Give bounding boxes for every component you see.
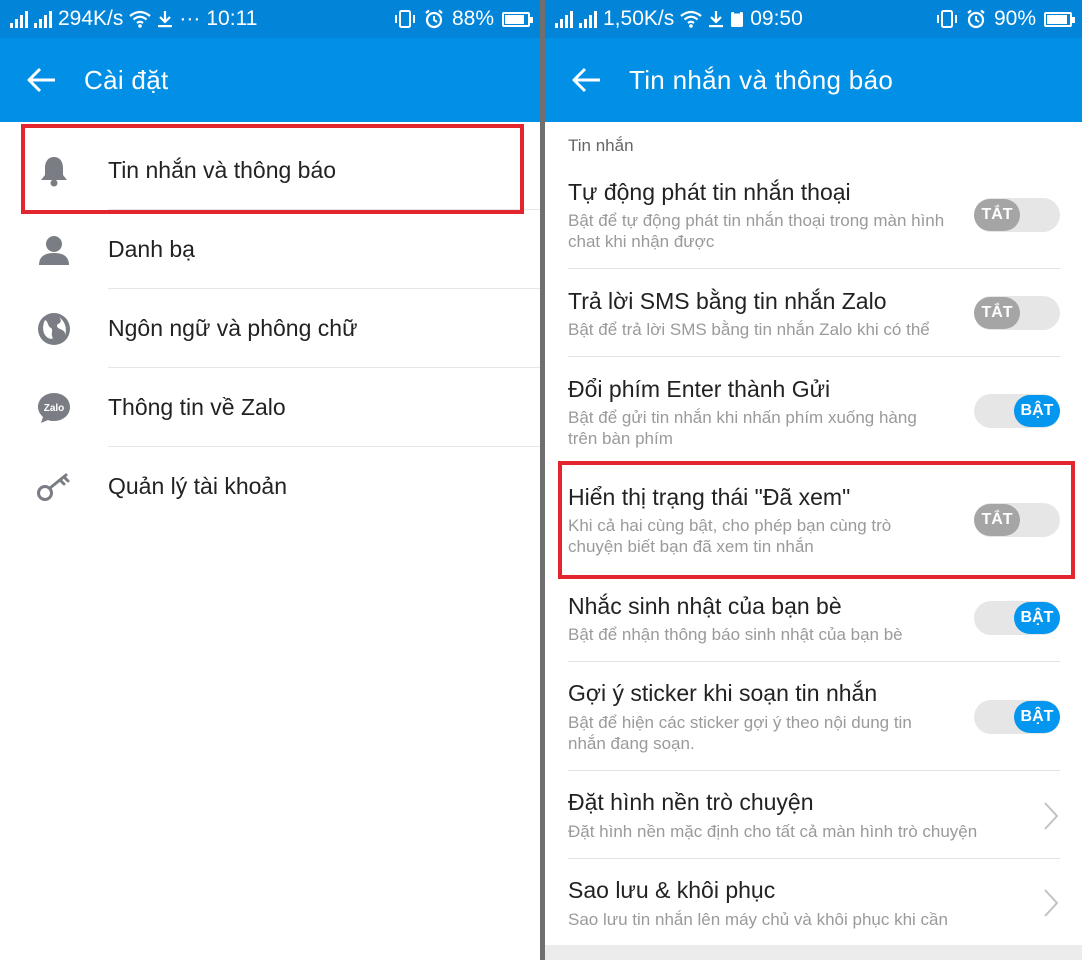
bottom-strip xyxy=(545,945,1082,960)
toggle-switch[interactable]: TẮT xyxy=(974,503,1060,537)
back-button[interactable] xyxy=(545,38,629,122)
alarm-icon xyxy=(967,9,985,29)
setting-description: Bật để gửi tin nhắn khi nhấn phím xuống … xyxy=(568,408,917,448)
clock-time: 10:11 xyxy=(206,7,258,30)
wifi-icon xyxy=(129,10,152,28)
settings-item-about-zalo[interactable]: Zalo Thông tin về Zalo xyxy=(0,368,540,447)
chevron-right-icon xyxy=(1044,889,1059,917)
setting-auto-play-voice[interactable]: Tự động phát tin nhắn thoại Bật để tự độ… xyxy=(545,170,1082,269)
network-speed: 294K/s xyxy=(58,7,124,30)
setting-title: Hiển thị trạng thái "Đã xem" xyxy=(568,484,851,510)
more-icon: ··· xyxy=(179,7,201,30)
status-bar: 294K/s ··· 10:11 88% xyxy=(0,0,540,38)
bell-icon xyxy=(36,153,72,189)
globe-icon xyxy=(36,311,72,347)
download-icon xyxy=(709,11,724,28)
battery-percent: 88% xyxy=(451,7,494,30)
settings-item-label: Tin nhắn và thông báo xyxy=(108,157,337,183)
settings-screen: 294K/s ··· 10:11 88% Cài đặt Tin nhắn và… xyxy=(0,0,540,960)
app-bar: Cài đặt xyxy=(0,38,540,122)
toggle-knob: TẮT xyxy=(974,199,1020,231)
setting-description: Bật để hiện các sticker gợi ý theo nội d… xyxy=(568,713,912,753)
toggle-knob: BẬT xyxy=(1014,602,1060,634)
page-title: Tin nhắn và thông báo xyxy=(629,64,894,95)
vibrate-icon xyxy=(394,10,415,28)
clock-time: 09:50 xyxy=(750,7,803,30)
chevron-right-icon xyxy=(1044,802,1059,830)
setting-title: Trả lời SMS bằng tin nhắn Zalo xyxy=(568,288,887,314)
setting-title: Nhắc sinh nhật của bạn bè xyxy=(568,593,842,619)
setting-title: Gợi ý sticker khi soạn tin nhắn xyxy=(568,680,878,706)
signal-icon xyxy=(10,10,28,28)
messages-notifications-screen: 1,50K/s 09:50 90% Tin nhắn và thông báo … xyxy=(545,0,1082,960)
battery-percent: 90% xyxy=(993,7,1036,30)
toggle-knob: BẬT xyxy=(1014,701,1060,733)
settings-item-label: Ngôn ngữ và phông chữ xyxy=(108,315,358,341)
settings-item-label: Quản lý tài khoản xyxy=(108,473,288,499)
setting-description: Bật để nhận thông báo sinh nhật của bạn … xyxy=(568,625,903,644)
setting-backup-restore[interactable]: Sao lưu & khôi phục Sao lưu tin nhắn lên… xyxy=(545,859,1082,945)
back-arrow-icon xyxy=(27,67,55,93)
svg-text:Zalo: Zalo xyxy=(44,403,65,414)
setting-birthday-reminder[interactable]: Nhắc sinh nhật của bạn bè Bật để nhận th… xyxy=(545,575,1082,662)
app-bar: Tin nhắn và thông báo xyxy=(545,38,1082,122)
person-icon xyxy=(36,232,72,268)
settings-item-contacts[interactable]: Danh bạ xyxy=(0,210,540,289)
toggle-switch[interactable]: TẮT xyxy=(974,296,1060,330)
back-button[interactable] xyxy=(0,38,84,122)
battery-icon xyxy=(1044,11,1075,27)
clipboard-icon xyxy=(731,10,744,27)
key-icon xyxy=(36,469,72,505)
section-header: Tin nhắn xyxy=(568,136,634,155)
setting-enter-to-send[interactable]: Đổi phím Enter thành Gửi Bật để gửi tin … xyxy=(545,357,1082,464)
setting-title: Đổi phím Enter thành Gửi xyxy=(568,376,831,402)
setting-description: Bật để tự động phát tin nhắn thoại trong… xyxy=(568,211,945,251)
toggle-switch[interactable]: BẬT xyxy=(974,601,1060,635)
toggle-switch[interactable]: BẬT xyxy=(974,394,1060,428)
toggle-knob: TẮT xyxy=(974,504,1020,536)
toggle-switch[interactable]: TẮT xyxy=(974,198,1060,232)
page-title: Cài đặt xyxy=(84,64,169,95)
signal-icon xyxy=(555,10,573,28)
download-icon xyxy=(158,11,173,28)
setting-sticker-suggestions[interactable]: Gợi ý sticker khi soạn tin nhắn Bật để h… xyxy=(545,662,1082,771)
setting-description: Sao lưu tin nhắn lên máy chủ và khôi phụ… xyxy=(568,910,948,929)
wifi-icon xyxy=(680,10,702,28)
zalo-icon: Zalo xyxy=(36,390,72,426)
settings-item-messages-notifications[interactable]: Tin nhắn và thông báo xyxy=(0,131,540,210)
setting-show-seen-status[interactable]: Hiển thị trạng thái "Đã xem" Khi cả hai … xyxy=(545,464,1082,575)
alarm-icon xyxy=(425,9,443,29)
battery-icon xyxy=(502,11,533,27)
setting-chat-wallpaper[interactable]: Đặt hình nền trò chuyện Đặt hình nền mặc… xyxy=(545,771,1082,859)
setting-reply-sms[interactable]: Trả lời SMS bằng tin nhắn Zalo Bật để tr… xyxy=(545,269,1082,357)
setting-description: Bật để trả lời SMS bằng tin nhắn Zalo kh… xyxy=(568,320,930,339)
setting-title: Sao lưu & khôi phục xyxy=(568,877,776,903)
back-arrow-icon xyxy=(572,67,600,93)
settings-item-account-management[interactable]: Quản lý tài khoản xyxy=(0,447,540,526)
setting-description: Khi cả hai cùng bật, cho phép bạn cùng t… xyxy=(568,516,892,556)
vibrate-icon xyxy=(936,10,957,28)
setting-title: Đặt hình nền trò chuyện xyxy=(568,789,814,815)
status-bar: 1,50K/s 09:50 90% xyxy=(545,0,1082,38)
settings-item-label: Thông tin về Zalo xyxy=(108,394,286,420)
toggle-knob: BẬT xyxy=(1014,395,1060,427)
network-speed: 1,50K/s xyxy=(603,7,675,30)
setting-description: Đặt hình nền mặc định cho tất cả màn hìn… xyxy=(568,822,978,841)
setting-title: Tự động phát tin nhắn thoại xyxy=(568,179,851,205)
settings-item-label: Danh bạ xyxy=(108,236,195,262)
settings-item-language-font[interactable]: Ngôn ngữ và phông chữ xyxy=(0,289,540,368)
toggle-knob: TẮT xyxy=(974,297,1020,329)
toggle-switch[interactable]: BẬT xyxy=(974,700,1060,734)
signal-icon xyxy=(34,10,52,28)
signal-icon xyxy=(579,10,597,28)
